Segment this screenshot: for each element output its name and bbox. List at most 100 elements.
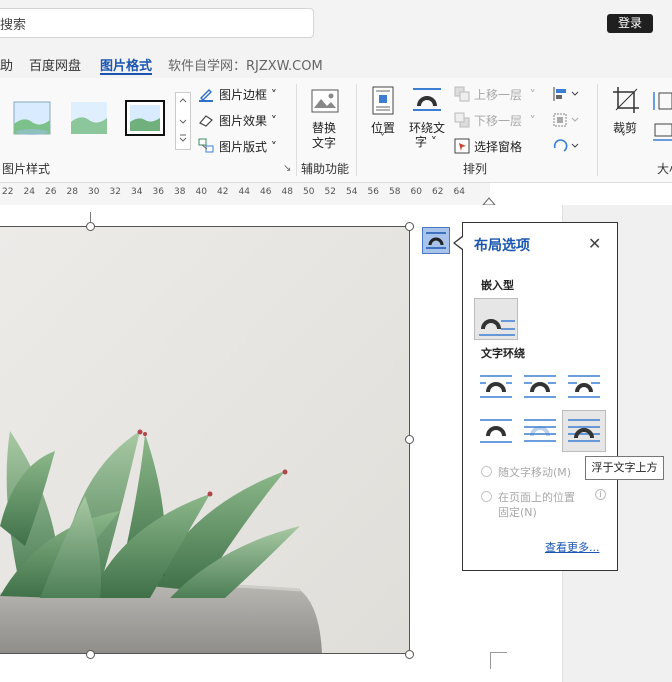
group-divider (296, 84, 297, 176)
login-button[interactable]: 登录 (607, 14, 653, 33)
crop-icon (612, 86, 640, 118)
ruler-tick-label: 58 (389, 187, 401, 197)
tab-picture-format[interactable]: 图片格式 (100, 55, 152, 74)
wrap-text-icon (412, 86, 442, 118)
align-icon[interactable] (552, 86, 582, 106)
send-backward-icon (454, 112, 470, 132)
picture-style-thumb-2[interactable] (69, 100, 109, 136)
ruler-tick-label: 34 (131, 187, 143, 197)
picture-layout-button[interactable]: 图片版式 ˅ (219, 138, 277, 155)
resize-handle-bottom-right[interactable] (405, 650, 414, 659)
ruler-tick-label: 46 (260, 187, 272, 197)
picture-selection-frame (0, 226, 410, 654)
ruler-tick-label: 50 (303, 187, 315, 197)
ruler-tick-label: 30 (88, 187, 100, 197)
wrap-behind-text-option[interactable] (520, 414, 560, 448)
group-objects-icon[interactable] (552, 112, 582, 132)
bring-forward-icon (454, 86, 470, 106)
picture-effects-icon (198, 112, 214, 132)
search-input[interactable]: 搜索 (0, 14, 26, 33)
ruler-tick-label: 64 (453, 187, 465, 197)
ruler-tick-label: 54 (346, 187, 358, 197)
group-label-picture-styles: 图片样式 (2, 162, 51, 176)
see-more-link[interactable]: 查看更多... (545, 539, 600, 555)
position-icon (371, 86, 395, 120)
page-corner-mark (490, 652, 507, 669)
bring-forward-button: 上移一层 ˅ (474, 88, 536, 102)
wrap-square-option[interactable] (476, 370, 516, 404)
width-icon (651, 122, 672, 148)
layout-options-title: 布局选项 (474, 238, 530, 254)
resize-handle-top[interactable] (86, 222, 95, 231)
fix-position-label-1: 在页面上的位置 (498, 491, 575, 504)
ruler-tick-label: 32 (109, 187, 121, 197)
active-tab-indicator (100, 73, 152, 75)
fix-position-label-2: 固定(N) (498, 506, 537, 519)
close-icon[interactable]: ✕ (588, 234, 601, 253)
tab-help[interactable]: 助 (0, 55, 13, 74)
styles-gallery-scroll[interactable] (175, 92, 191, 150)
group-label-accessibility: 辅助功能 (301, 162, 350, 176)
selection-pane-button[interactable]: 选择窗格 (474, 138, 522, 155)
group-label-size: 大小 (657, 162, 672, 176)
dialog-launcher-icon[interactable]: ↘ (283, 163, 291, 174)
resize-handle-bottom[interactable] (86, 650, 95, 659)
picture-effects-label: 图片效果 (219, 114, 268, 128)
ruler-tick-label: 26 (45, 187, 57, 197)
resize-handle-top-right[interactable] (405, 222, 414, 231)
ruler-tick-label: 44 (238, 187, 250, 197)
crop-dropdown-chevron-icon[interactable]: ˅ (621, 133, 626, 144)
ruler-tick-label: 40 (195, 187, 207, 197)
picture-effects-button[interactable]: 图片效果 ˅ (219, 112, 277, 129)
ruler-tick-label: 22 (2, 187, 14, 197)
alt-text-label-2[interactable]: 文字 (312, 134, 336, 151)
send-backward-button: 下移一层 ˅ (474, 114, 536, 128)
move-with-text-radio (481, 466, 492, 477)
ruler-tick-label: 56 (367, 187, 379, 197)
tooltip: 浮于文字上方 (585, 456, 664, 480)
fix-position-radio (481, 491, 492, 502)
group-divider (597, 84, 598, 176)
selection-pane-icon (454, 138, 470, 158)
move-with-text-label: 随文字移动(M) (498, 466, 572, 479)
wrap-text-label-2[interactable]: 字 ˅ (415, 133, 437, 150)
wrap-through-option[interactable] (564, 370, 604, 404)
ruler-tick-label: 28 (66, 187, 78, 197)
picture-style-thumb-3[interactable] (125, 100, 165, 136)
ruler-tick-label: 38 (174, 187, 186, 197)
ruler-tick-label: 24 (23, 187, 35, 197)
wrap-tight-option[interactable] (520, 370, 560, 404)
height-icon (651, 90, 672, 116)
rotate-icon[interactable] (552, 138, 582, 158)
wrap-top-bottom-option[interactable] (476, 414, 516, 448)
inline-heading: 嵌入型 (481, 279, 514, 292)
picture-border-icon (198, 86, 214, 106)
wrap-inline-option[interactable] (474, 298, 518, 340)
ruler-tick-label: 48 (281, 187, 293, 197)
bring-forward-label: 上移一层 (474, 88, 523, 102)
group-label-arrange: 排列 (463, 162, 488, 176)
ruler-tick-label: 60 (410, 187, 422, 197)
wrap-in-front-of-text-option[interactable] (562, 410, 606, 452)
alt-text-icon (311, 89, 339, 119)
group-divider (356, 84, 357, 176)
tab-baidu-netdisk[interactable]: 百度网盘 (29, 55, 81, 74)
tab-site-name[interactable]: 软件自学网：RJZXW.COM (168, 55, 323, 74)
picture-layout-label: 图片版式 (219, 140, 268, 154)
ruler-tick-label: 62 (432, 187, 444, 197)
ruler-tick-label: 42 (217, 187, 229, 197)
resize-handle-right[interactable] (405, 435, 414, 444)
ruler-tick-label: 52 (324, 187, 336, 197)
send-backward-label: 下移一层 (474, 114, 523, 128)
picture-style-thumb-1[interactable] (12, 100, 52, 136)
picture-border-label: 图片边框 (219, 88, 268, 102)
picture-border-button[interactable]: 图片边框 ˅ (219, 86, 277, 103)
picture-layout-icon (198, 138, 214, 158)
panel-pointer-inner (455, 237, 463, 249)
rotation-handle-line (90, 212, 91, 222)
position-dropdown-chevron-icon[interactable]: ˅ (380, 133, 385, 144)
search-box[interactable] (0, 8, 314, 38)
wrap-text-line2: 字 (415, 135, 428, 149)
layout-options-button[interactable] (422, 227, 450, 254)
text-wrapping-heading: 文字环绕 (481, 347, 525, 360)
